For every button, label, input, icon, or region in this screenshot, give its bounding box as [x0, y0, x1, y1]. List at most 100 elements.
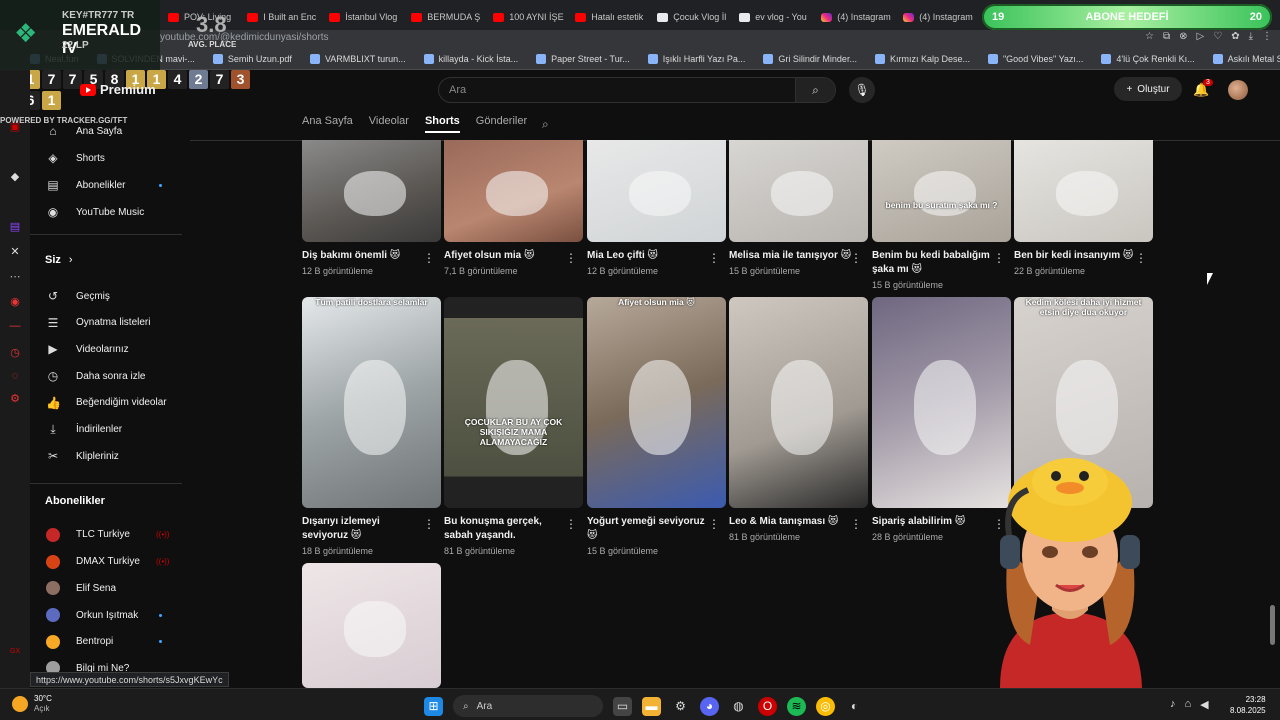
- short-title[interactable]: Diş bakımı önemli 😻: [302, 249, 441, 263]
- more-options-icon[interactable]: ⋮: [850, 251, 862, 265]
- extension-icon[interactable]: ⧉: [1163, 31, 1170, 42]
- more-options-icon[interactable]: ⋮: [423, 517, 435, 531]
- subscriptions-header[interactable]: Abonelikler: [45, 495, 105, 507]
- short-card[interactable]: Afiyet olsun mia 😻 Yoğurt yemeği seviyoru…: [587, 297, 726, 556]
- more-options-icon[interactable]: ⋮: [565, 517, 577, 531]
- short-card[interactable]: benim bu suratım şaka mı ? Benim bu kedi …: [872, 140, 1011, 290]
- short-card[interactable]: [302, 563, 441, 688]
- bookmark-item[interactable]: Gri Silindir Minder...: [763, 53, 857, 64]
- short-thumbnail[interactable]: [1014, 140, 1153, 242]
- short-title[interactable]: Leo & Mia tanışması 😻: [729, 515, 868, 529]
- timer-icon[interactable]: ◷: [8, 346, 22, 360]
- sidebar-item-scissors[interactable]: ✂ Klipleriniz: [46, 446, 119, 466]
- bookmark-item[interactable]: Paper Street - Tur...: [536, 53, 630, 64]
- short-title[interactable]: Melisa mia ile tanışıyor 😻: [729, 249, 868, 263]
- microphone-icon[interactable]: 🎙: [849, 77, 875, 103]
- subscription-channel[interactable]: Bentropi: [46, 632, 162, 652]
- x-icon[interactable]: ✕: [8, 245, 22, 259]
- windows-start-icon[interactable]: ⊞: [424, 696, 443, 716]
- opera-gx-icon[interactable]: O: [758, 696, 777, 716]
- tab-shorts[interactable]: Shorts: [424, 115, 460, 133]
- sidebar-item-history[interactable]: ↺ Geçmiş: [46, 286, 110, 306]
- short-card[interactable]: Tüm patili dostlara selamlar Dışarıyı izl…: [302, 297, 441, 556]
- subscription-channel[interactable]: TLC Turkiye ((•)): [46, 525, 169, 545]
- search-box[interactable]: Ara ⌕: [438, 77, 836, 103]
- tab-ana-sayfa[interactable]: Ana Sayfa: [302, 115, 353, 133]
- bookmark-item[interactable]: "Good Vibes" Yazı...: [987, 53, 1083, 64]
- short-thumbnail[interactable]: [587, 140, 726, 242]
- short-title[interactable]: Dışarıyı izlemeyi seviyoruz 😻: [302, 515, 441, 543]
- browser-tab[interactable]: Çocuk Vlog İl: [649, 4, 731, 30]
- download-icon[interactable]: ⤓: [1249, 31, 1253, 42]
- short-card[interactable]: Diş bakımı önemli 😻 12 B görüntüleme ⋮: [302, 140, 441, 276]
- steam-icon[interactable]: ◍: [729, 697, 748, 716]
- bookmark-icon[interactable]: ☆: [1145, 31, 1154, 42]
- short-title[interactable]: Benim bu kedi babalığım şaka mı 😻: [872, 249, 1011, 277]
- short-thumbnail[interactable]: [729, 140, 868, 242]
- sidebar-item-music[interactable]: ◉ YouTube Music: [46, 202, 144, 222]
- you-section-header[interactable]: Siz ›: [45, 254, 73, 266]
- short-card[interactable]: ÇOCUKLAR BU AY ÇOK SIKIŞIĞIZ MAMA ALAMAY…: [444, 297, 583, 556]
- chat-icon[interactable]: ◌: [8, 370, 22, 384]
- file-explorer-icon[interactable]: ▬: [642, 696, 661, 716]
- browser-tab[interactable]: ev vlog - You: [731, 4, 813, 30]
- subscription-channel[interactable]: Elif Sena: [46, 578, 116, 598]
- short-title[interactable]: Afiyet olsun mia 😻: [444, 249, 583, 263]
- sidebar-item-videos[interactable]: ▶ Videolarınız: [46, 339, 128, 359]
- short-thumbnail[interactable]: [444, 140, 583, 242]
- browser-tab[interactable]: BERMUDA Ş: [403, 4, 485, 30]
- sidebar-item-download[interactable]: ⤓ İndirilenler: [46, 420, 122, 440]
- search-icon[interactable]: ⌕: [795, 78, 835, 102]
- short-title[interactable]: Mia Leo çifti 😻: [587, 249, 726, 263]
- network-icon[interactable]: ⌂: [1185, 698, 1192, 711]
- browser-tab[interactable]: (4) Instagram: [895, 4, 977, 30]
- page-scrollbar[interactable]: [1270, 605, 1275, 645]
- gx-icon[interactable]: GX: [8, 648, 22, 662]
- bookmark-item[interactable]: 4'lü Çok Renkli Kı...: [1101, 53, 1195, 64]
- weather-widget[interactable]: 30°C Açık: [12, 694, 52, 714]
- sidebar-item-subscriptions[interactable]: ▤ Abonelikler: [46, 175, 162, 195]
- short-thumbnail[interactable]: Tüm patili dostlara selamlar: [302, 297, 441, 508]
- short-thumbnail[interactable]: [302, 140, 441, 242]
- search-input[interactable]: Ara: [449, 84, 466, 96]
- settings-icon[interactable]: ⚙: [8, 392, 22, 406]
- browser-tab[interactable]: I Built an Enc: [239, 4, 321, 30]
- tidal-icon[interactable]: ◆: [8, 170, 22, 184]
- menu-icon[interactable]: ⋮: [1262, 31, 1272, 42]
- short-title[interactable]: Ben bir kedi insanıyım 😻: [1014, 249, 1153, 263]
- taskbar-clock[interactable]: 23:28 8.08.2025: [1230, 694, 1266, 716]
- minus-icon[interactable]: —: [8, 320, 22, 334]
- subscription-channel[interactable]: Orkun Işıtmak: [46, 605, 162, 625]
- short-thumbnail[interactable]: [729, 297, 868, 508]
- browser-tab[interactable]: Hatalı estetik: [567, 4, 649, 30]
- volume-icon[interactable]: ◀: [1200, 698, 1208, 711]
- more-options-icon[interactable]: ⋮: [565, 251, 577, 265]
- short-thumbnail[interactable]: [302, 563, 441, 688]
- discord-icon[interactable]: ◕: [700, 696, 719, 716]
- short-card[interactable]: Leo & Mia tanışması 😻 81 B görüntüleme ⋮: [729, 297, 868, 542]
- sidebar-item-shorts[interactable]: ◈ Shorts: [46, 148, 105, 168]
- tab-videolar[interactable]: Videolar: [369, 115, 409, 133]
- browser-tab[interactable]: (4) Instagram: [813, 4, 895, 30]
- mic-tray-icon[interactable]: ♪: [1170, 698, 1176, 711]
- short-card[interactable]: Ben bir kedi insanıyım 😻 22 B görüntüleme…: [1014, 140, 1153, 276]
- task-view-icon[interactable]: ▭: [613, 696, 632, 716]
- notifications-bell-icon[interactable]: 🔔 3: [1193, 79, 1213, 98]
- account-avatar[interactable]: [1228, 80, 1248, 100]
- short-card[interactable]: Melisa mia ile tanışıyor 😻 15 B görüntüle…: [729, 140, 868, 276]
- browser-tab[interactable]: İstanbul Vlog: [321, 4, 403, 30]
- more-options-icon[interactable]: ⋮: [708, 251, 720, 265]
- short-title[interactable]: Bu konuşma gerçek, sabah yaşandı.: [444, 515, 583, 543]
- browser-tab[interactable]: 100 AYNI İŞE: [485, 4, 567, 30]
- bookmark-item[interactable]: Semih Uzun.pdf: [212, 53, 292, 64]
- bookmark-item[interactable]: Askılı Metal Sepet...: [1212, 53, 1280, 64]
- sidebar-item-playlist[interactable]: ☰ Oynatma listeleri: [46, 313, 151, 333]
- bookmark-item[interactable]: VARMBLIXT turun...: [309, 53, 406, 64]
- shield-icon[interactable]: ⊗: [1179, 31, 1187, 42]
- more-options-icon[interactable]: ⋮: [850, 517, 862, 531]
- taskbar-search[interactable]: ⌕ Ara: [453, 695, 603, 717]
- tab-gönderiler[interactable]: Gönderiler: [476, 115, 527, 133]
- short-thumbnail[interactable]: Afiyet olsun mia 😻: [587, 297, 726, 508]
- sidebar-item-like[interactable]: 👍 Beğendiğim videolar: [46, 393, 167, 413]
- bookmark-item[interactable]: Kırmızı Kalp Dese...: [874, 53, 970, 64]
